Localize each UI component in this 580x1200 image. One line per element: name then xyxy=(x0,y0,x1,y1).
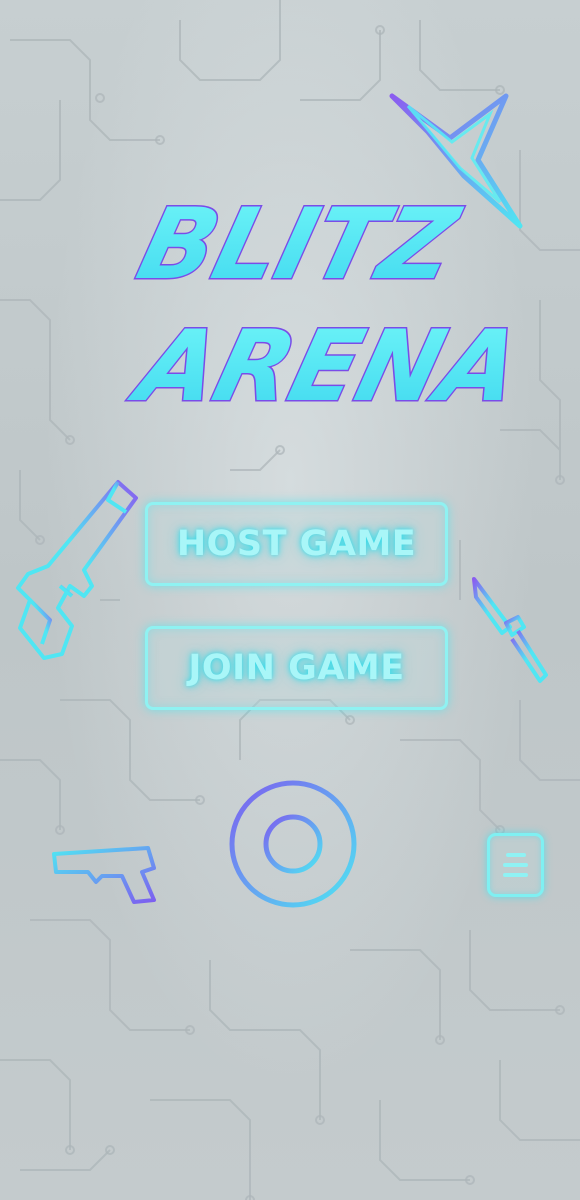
join-game-label: JOIN GAME xyxy=(188,648,405,688)
menu-button[interactable] xyxy=(487,833,544,897)
pistol-icon xyxy=(14,478,142,663)
host-game-button[interactable]: HOST GAME xyxy=(145,502,448,586)
game-title: BLITZ ARENA xyxy=(0,180,580,450)
pistol-icon-small xyxy=(50,842,158,904)
join-game-button[interactable]: JOIN GAME xyxy=(145,626,448,710)
knife-icon xyxy=(466,575,551,687)
title-line2: ARENA xyxy=(120,310,531,423)
menu-icon xyxy=(503,853,528,877)
host-game-label: HOST GAME xyxy=(176,524,417,564)
crosshair-icon xyxy=(212,762,374,922)
title-line1: BLITZ xyxy=(128,188,470,301)
